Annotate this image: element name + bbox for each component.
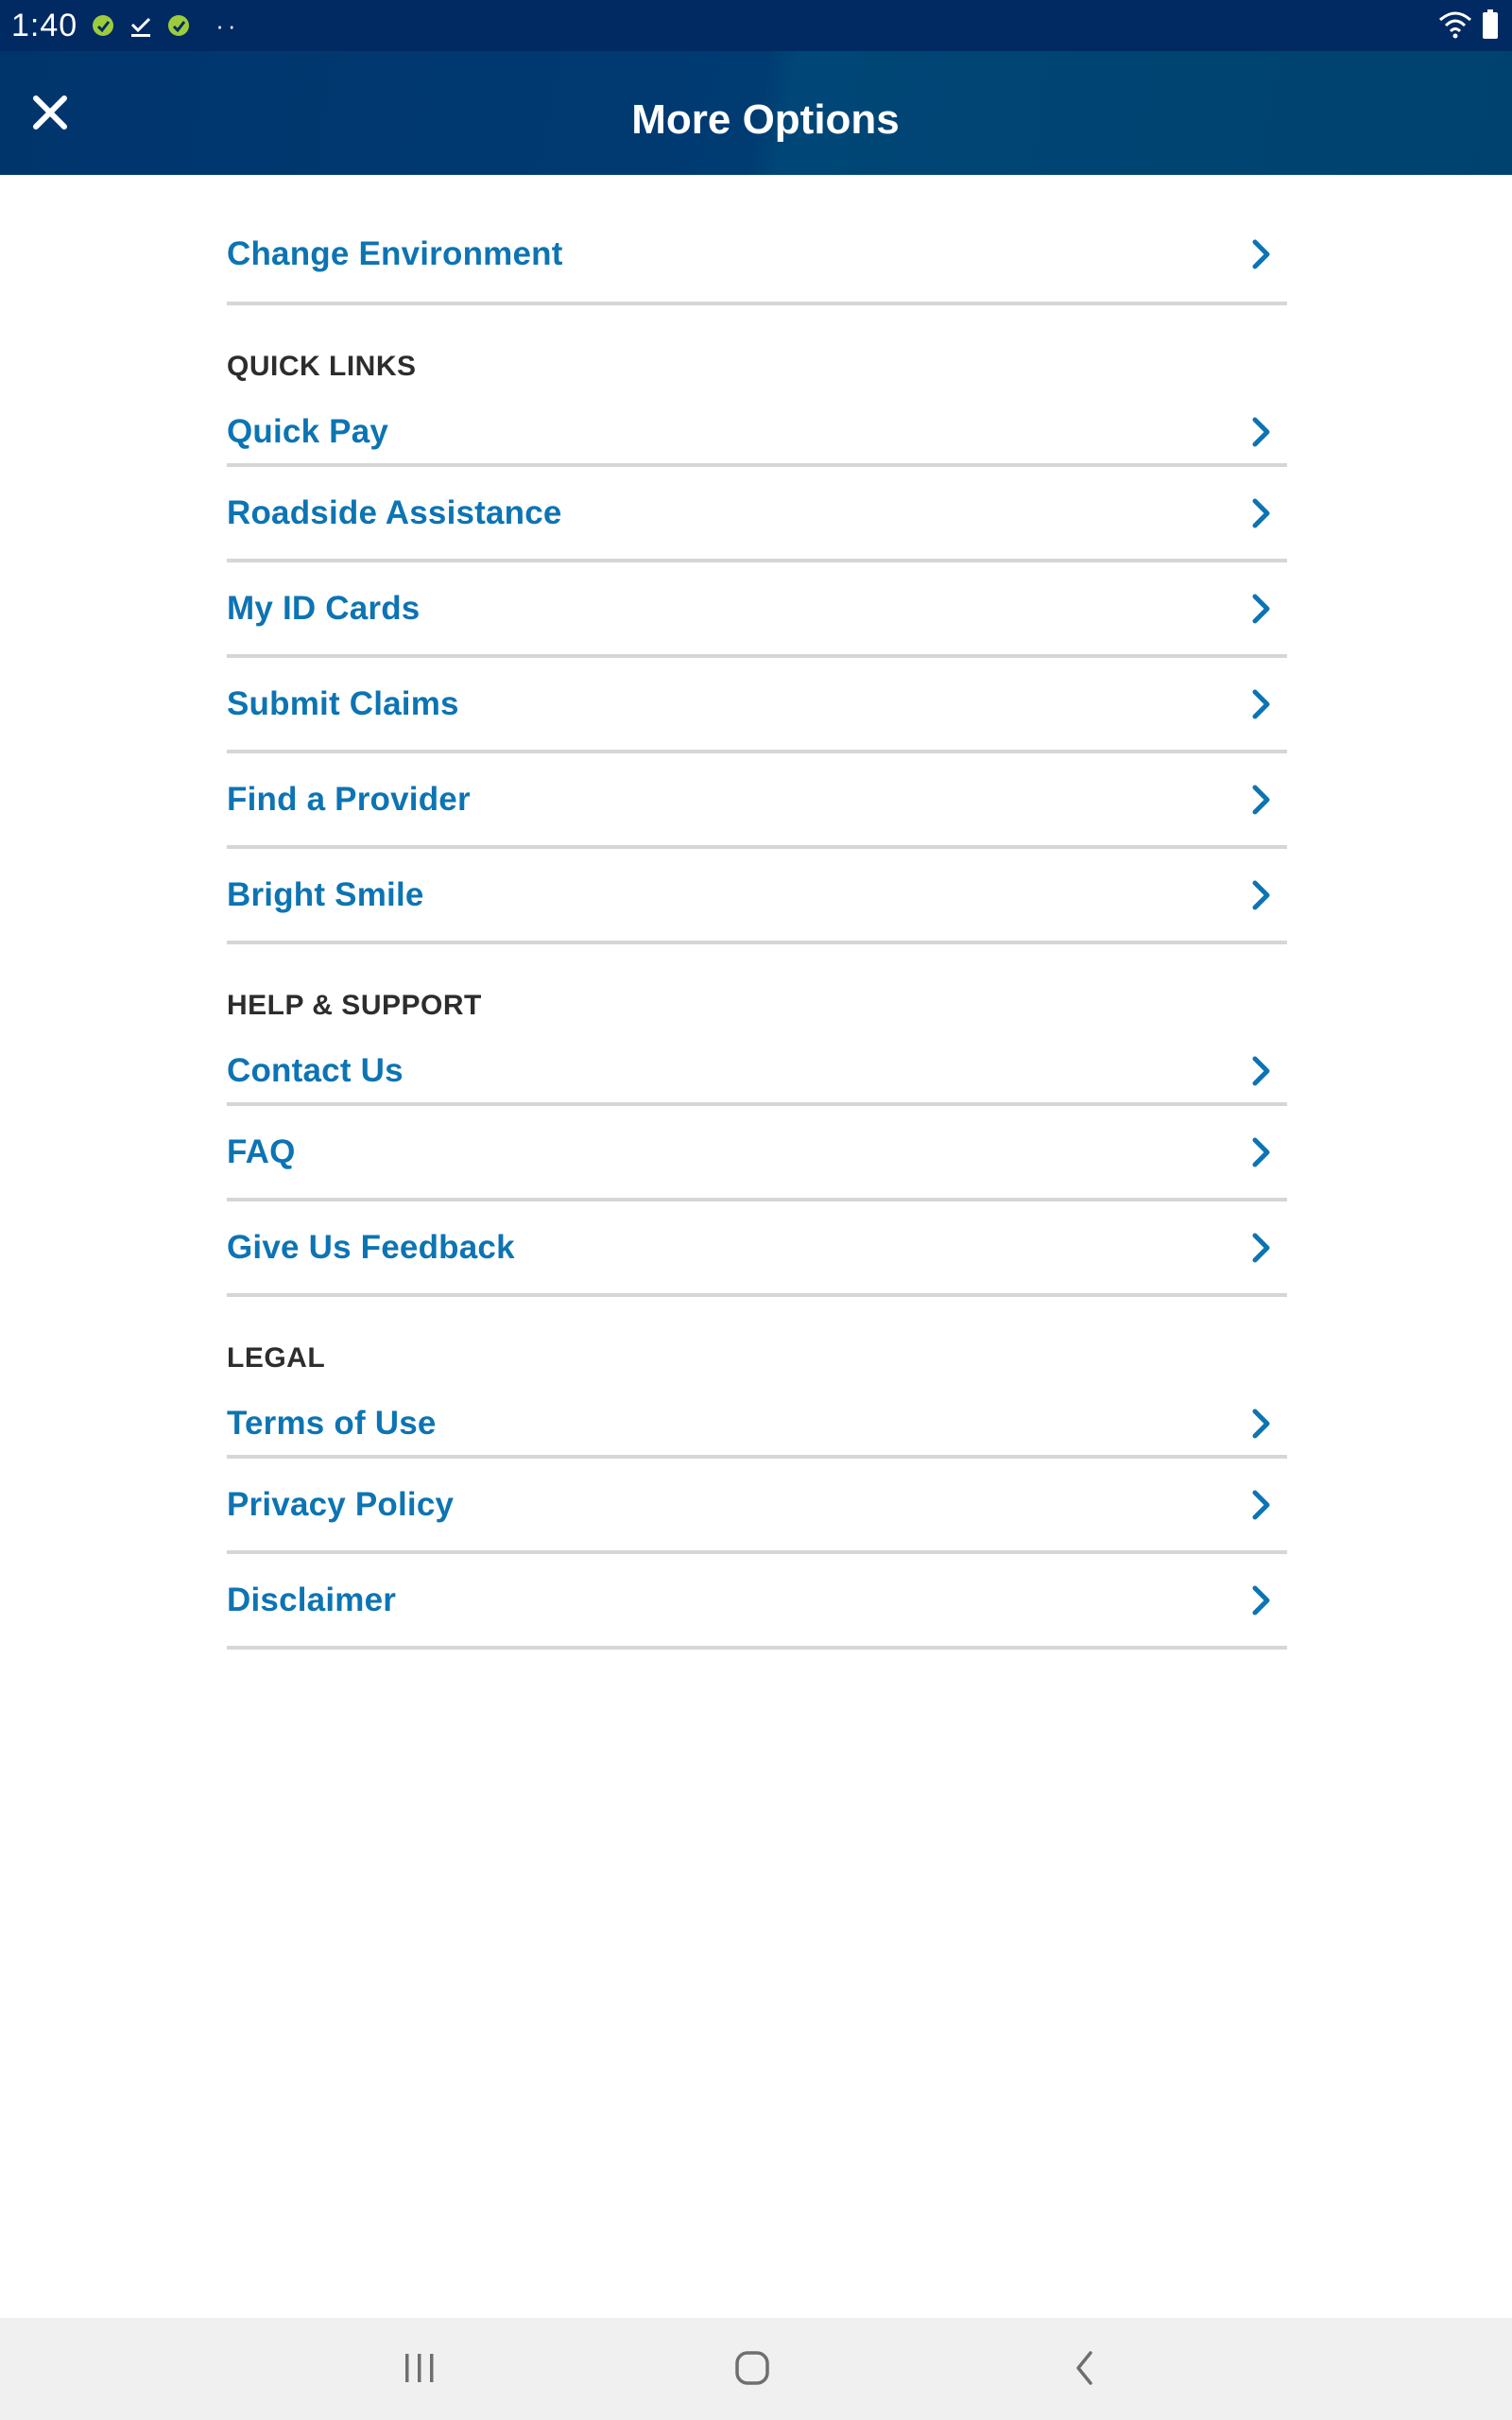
green-shield-icon: [166, 13, 191, 38]
system-nav-bar: [0, 2318, 1512, 2420]
disclaimer-link[interactable]: Disclaimer: [227, 1554, 1287, 1650]
link-label: Privacy Policy: [227, 1485, 455, 1523]
chevron-right-icon: [1251, 1055, 1278, 1087]
chevron-right-icon: [1251, 1136, 1278, 1168]
status-time: 1:40: [11, 7, 78, 43]
back-icon: [1072, 2349, 1098, 2392]
chevron-right-icon: [1251, 238, 1278, 270]
submit-claims-link[interactable]: Submit Claims: [227, 658, 1287, 753]
link-label: Roadside Assistance: [227, 493, 562, 531]
chevron-right-icon: [1251, 688, 1278, 720]
home-button[interactable]: [724, 2346, 781, 2394]
contact-us-link[interactable]: Contact Us: [227, 1039, 1287, 1106]
wifi-icon: [1438, 10, 1472, 43]
link-label: Give Us Feedback: [227, 1228, 515, 1266]
quick-pay-link[interactable]: Quick Pay: [227, 400, 1287, 467]
page-title: More Options: [631, 96, 900, 143]
chevron-right-icon: [1251, 784, 1278, 816]
link-label: Bright Smile: [227, 875, 424, 913]
link-label: My ID Cards: [227, 589, 421, 627]
chevron-right-icon: [1251, 1408, 1278, 1440]
link-label: Find a Provider: [227, 780, 471, 818]
section-heading-legal: LEGAL: [227, 1342, 326, 1374]
link-label: Quick Pay: [227, 412, 389, 450]
section-heading-quick-links: QUICK LINKS: [227, 351, 417, 382]
change-environment-link[interactable]: Change Environment: [227, 175, 1287, 305]
link-label: FAQ: [227, 1132, 296, 1170]
link-label: Terms of Use: [227, 1404, 437, 1442]
bright-smile-link[interactable]: Bright Smile: [227, 849, 1287, 944]
recents-button[interactable]: [391, 2346, 448, 2394]
status-bar: 1:40 ··: [0, 0, 1512, 51]
chevron-right-icon: [1251, 416, 1278, 448]
app-header: More Options: [0, 51, 1512, 175]
back-button[interactable]: [1057, 2346, 1113, 2394]
chevron-right-icon: [1251, 593, 1278, 625]
options-list: Change Environment QUICK LINKS Quick Pay…: [227, 175, 1287, 1650]
privacy-policy-link[interactable]: Privacy Policy: [227, 1459, 1287, 1554]
find-a-provider-link[interactable]: Find a Provider: [227, 753, 1287, 849]
faq-link[interactable]: FAQ: [227, 1106, 1287, 1201]
home-icon: [733, 2349, 771, 2392]
chevron-right-icon: [1251, 1232, 1278, 1264]
download-check-icon: [129, 13, 153, 38]
section-heading-help-support: HELP & SUPPORT: [227, 990, 482, 1021]
give-us-feedback-link[interactable]: Give Us Feedback: [227, 1201, 1287, 1297]
my-id-cards-link[interactable]: My ID Cards: [227, 562, 1287, 658]
chevron-right-icon: [1251, 879, 1278, 911]
link-label: Contact Us: [227, 1051, 404, 1089]
battery-icon: [1482, 9, 1499, 44]
link-label: Change Environment: [227, 235, 563, 272]
green-shield-icon: [91, 13, 115, 38]
status-overflow-dots: ··: [215, 10, 240, 40]
chevron-right-icon: [1251, 1584, 1278, 1616]
link-label: Submit Claims: [227, 684, 459, 722]
roadside-assistance-link[interactable]: Roadside Assistance: [227, 467, 1287, 562]
link-label: Disclaimer: [227, 1581, 397, 1618]
recents-icon: [401, 2351, 438, 2390]
chevron-right-icon: [1251, 497, 1278, 529]
terms-of-use-link[interactable]: Terms of Use: [227, 1392, 1287, 1459]
chevron-right-icon: [1251, 1489, 1278, 1521]
